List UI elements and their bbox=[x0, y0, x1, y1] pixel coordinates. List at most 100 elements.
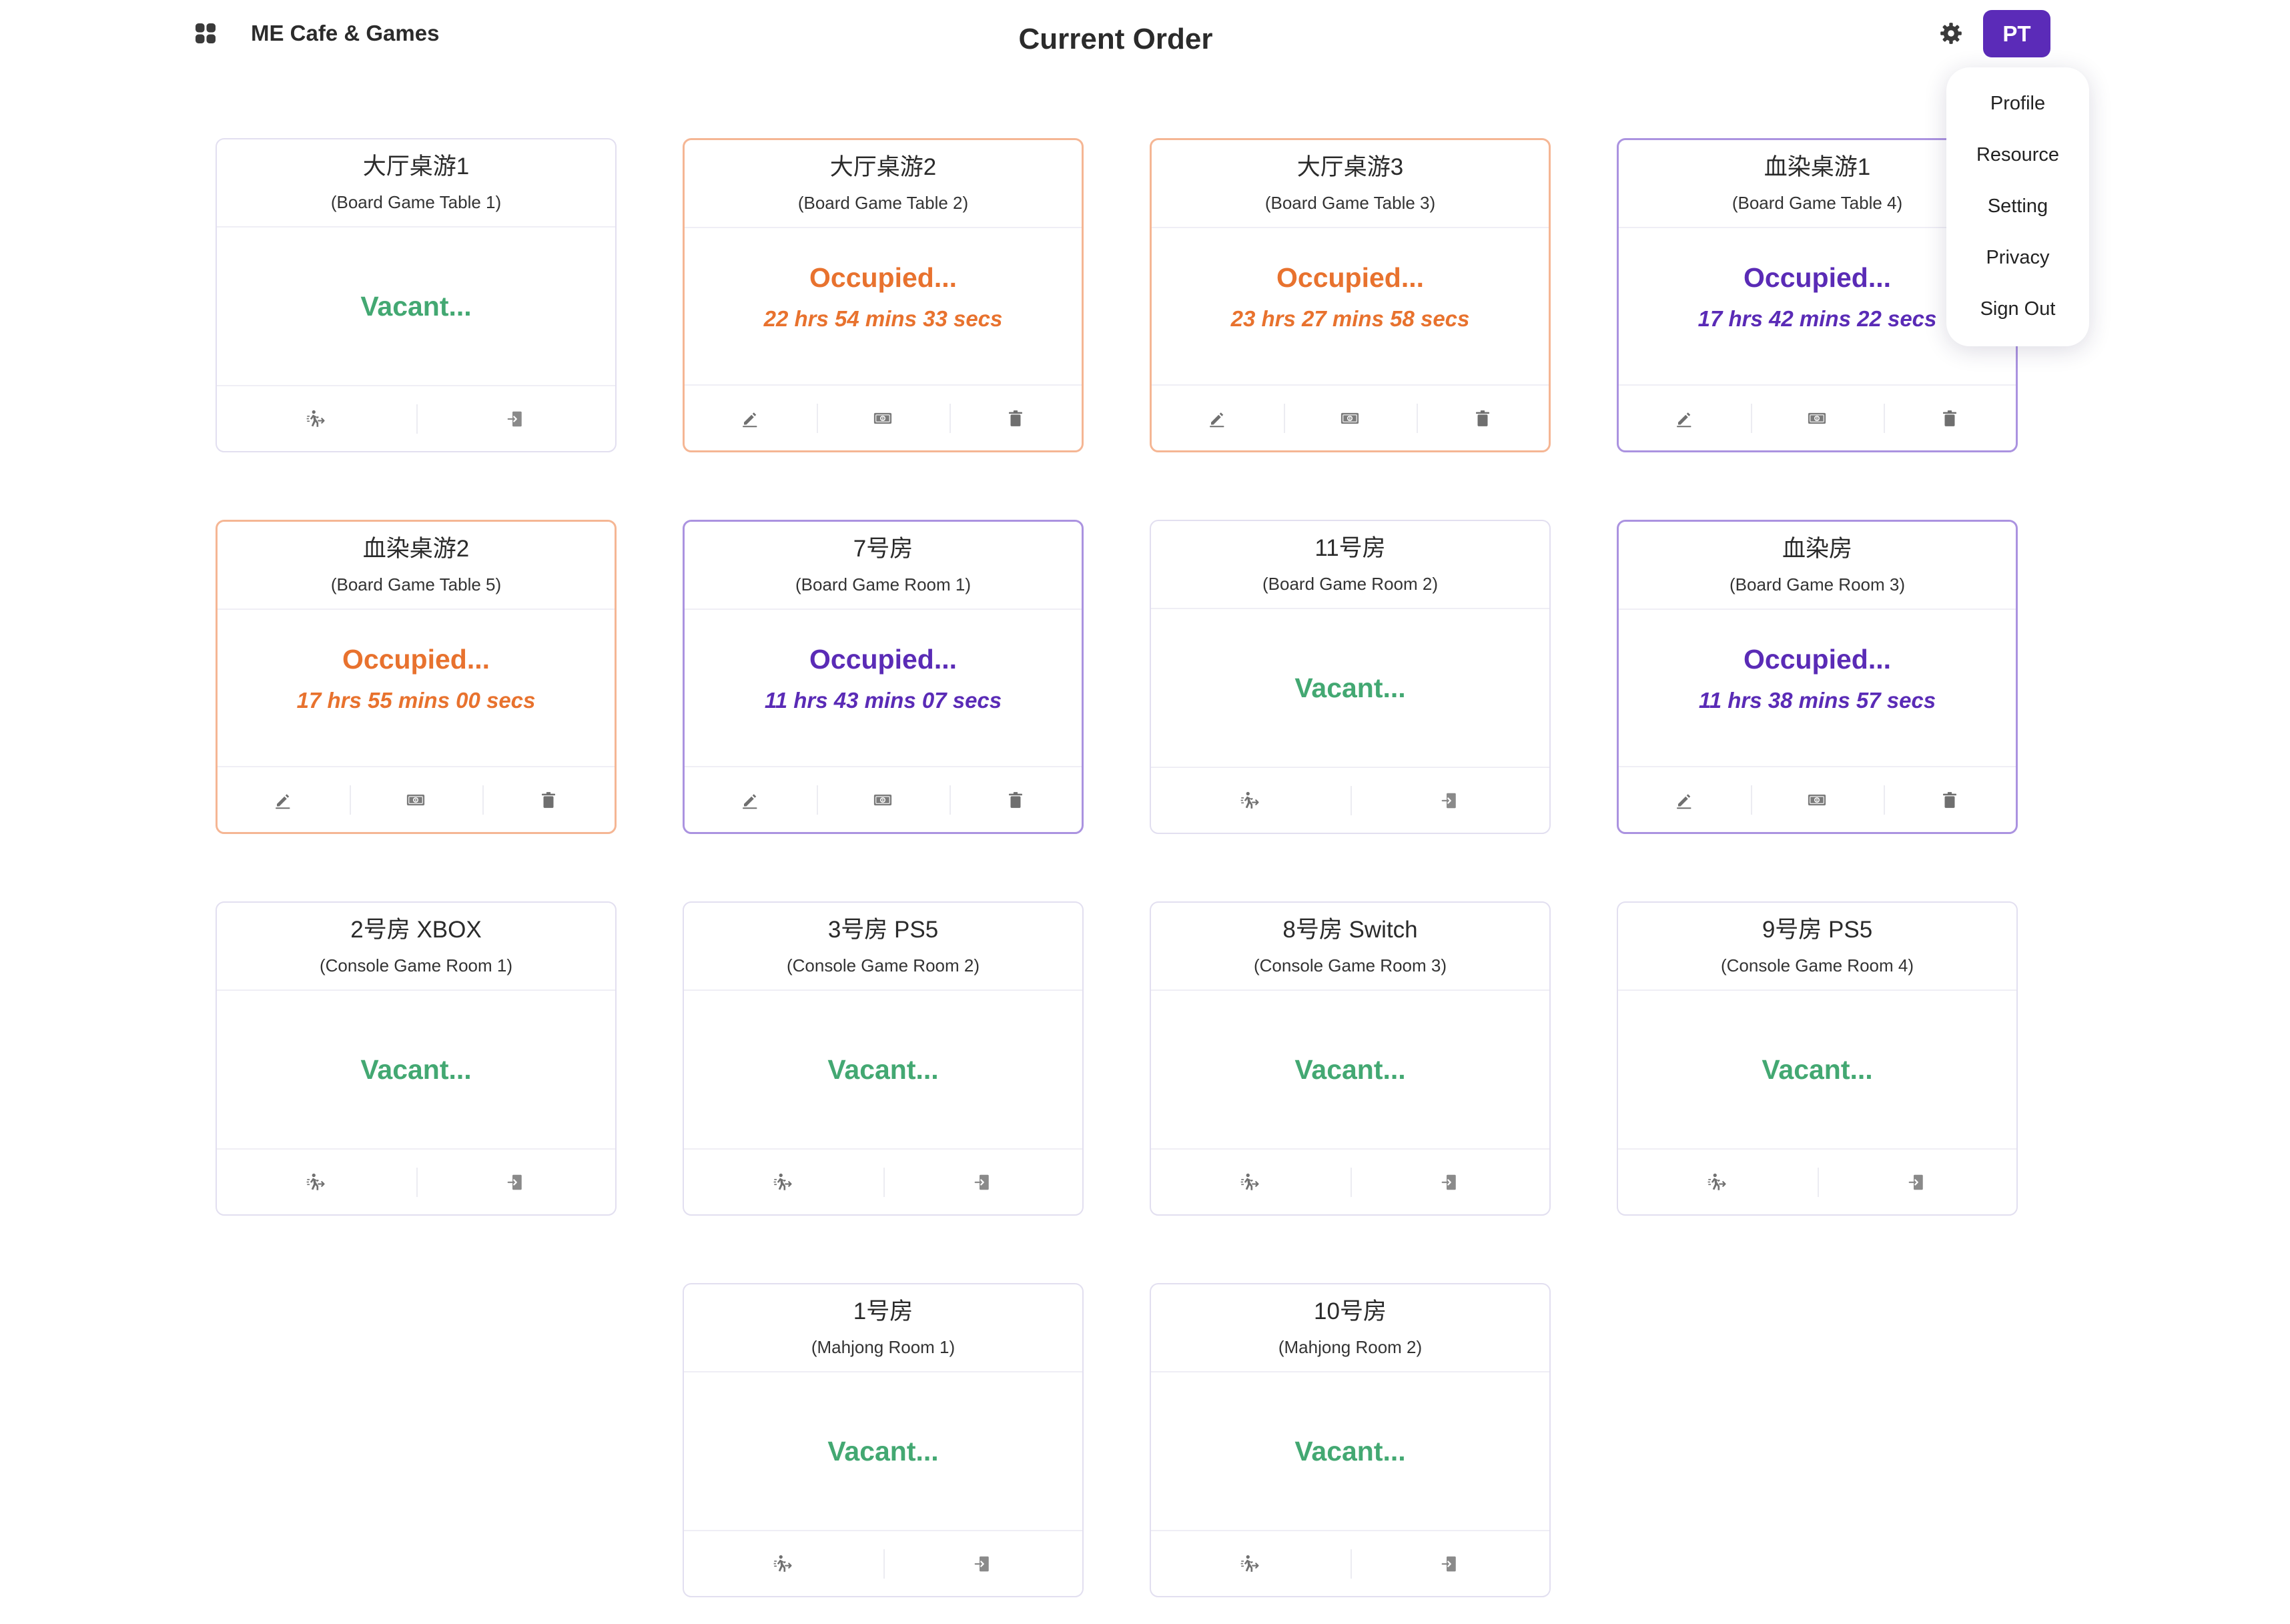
card-actions bbox=[1151, 1148, 1549, 1214]
menu-item-sign-out[interactable]: Sign Out bbox=[1946, 284, 2089, 335]
room-card[interactable]: 血染房 (Board Game Room 3) Occupied... 11 hrs … bbox=[1617, 520, 2018, 834]
delete-button[interactable] bbox=[949, 767, 1082, 832]
payment-button[interactable] bbox=[817, 386, 949, 450]
room-name: 1号房 bbox=[853, 1298, 913, 1324]
card-header: 11号房 (Board Game Room 2) bbox=[1151, 521, 1549, 609]
check-in-button[interactable] bbox=[416, 386, 616, 451]
status-label: Vacant... bbox=[360, 291, 472, 322]
status-label: Occupied... bbox=[809, 644, 957, 675]
check-in-button[interactable] bbox=[883, 1150, 1083, 1214]
edit-button[interactable] bbox=[685, 767, 817, 832]
room-name: 10号房 bbox=[1314, 1298, 1387, 1324]
check-in-button[interactable] bbox=[416, 1150, 616, 1214]
elapsed-time: 17 hrs 42 mins 22 secs bbox=[1697, 306, 1937, 331]
check-in-button[interactable] bbox=[1817, 1150, 2017, 1214]
walk-in-icon bbox=[773, 1554, 793, 1574]
room-type: (Board Game Table 3) bbox=[1264, 193, 1436, 213]
edit-button[interactable] bbox=[1619, 386, 1751, 450]
check-in-button[interactable] bbox=[1350, 768, 1550, 833]
edit-icon bbox=[1675, 790, 1695, 810]
walk-in-button[interactable] bbox=[684, 1531, 883, 1596]
check-in-icon bbox=[1440, 791, 1460, 811]
edit-icon bbox=[741, 408, 761, 428]
check-in-icon bbox=[973, 1172, 993, 1192]
check-in-icon bbox=[1440, 1172, 1460, 1192]
menu-item-profile[interactable]: Profile bbox=[1946, 78, 2089, 129]
card-header: 8号房 Switch (Console Game Room 3) bbox=[1151, 903, 1549, 991]
check-in-button[interactable] bbox=[883, 1531, 1083, 1596]
menu-item-resource[interactable]: Resource bbox=[1946, 129, 2089, 181]
card-header: 血染房 (Board Game Room 3) bbox=[1619, 522, 2016, 610]
card-status-area: Vacant... bbox=[1151, 991, 1549, 1148]
menu-item-setting[interactable]: Setting bbox=[1946, 181, 2089, 232]
room-name: 11号房 bbox=[1314, 535, 1386, 561]
room-type: (Mahjong Room 2) bbox=[1278, 1337, 1423, 1357]
room-card[interactable]: 3号房 PS5 (Console Game Room 2) Vacant... bbox=[683, 901, 1084, 1216]
payment-button[interactable] bbox=[817, 767, 949, 832]
card-actions bbox=[685, 384, 1082, 450]
payment-icon bbox=[873, 408, 893, 428]
edit-button[interactable] bbox=[685, 386, 817, 450]
walk-in-icon bbox=[773, 1172, 793, 1192]
walk-in-icon bbox=[1240, 1172, 1260, 1192]
check-in-button[interactable] bbox=[1350, 1150, 1550, 1214]
check-in-icon bbox=[506, 409, 526, 429]
walk-in-button[interactable] bbox=[1151, 768, 1351, 833]
payment-button[interactable] bbox=[1751, 386, 1883, 450]
room-card[interactable]: 8号房 Switch (Console Game Room 3) Vacant... bbox=[1150, 901, 1551, 1216]
payment-button[interactable] bbox=[1751, 767, 1883, 832]
avatar-button[interactable]: PT bbox=[1983, 10, 2050, 57]
payment-icon bbox=[1340, 408, 1360, 428]
room-card[interactable]: 11号房 (Board Game Room 2) Vacant... bbox=[1150, 520, 1551, 834]
walk-in-button[interactable] bbox=[217, 386, 416, 451]
room-name: 9号房 PS5 bbox=[1762, 917, 1873, 943]
delete-button[interactable] bbox=[482, 767, 615, 832]
room-card-grid: 大厅桌游1 (Board Game Table 1) Vacant... 大厅桌游2 (… bbox=[216, 138, 2018, 1597]
check-in-button[interactable] bbox=[1350, 1531, 1550, 1596]
walk-in-button[interactable] bbox=[1151, 1531, 1351, 1596]
edit-button[interactable] bbox=[1152, 386, 1284, 450]
room-name: 7号房 bbox=[853, 536, 913, 562]
card-header: 大厅桌游1 (Board Game Table 1) bbox=[217, 139, 615, 228]
gear-icon[interactable] bbox=[1938, 21, 1964, 46]
payment-icon bbox=[1807, 408, 1827, 428]
card-status-area: Occupied... 17 hrs 55 mins 00 secs bbox=[218, 610, 615, 766]
walk-in-button[interactable] bbox=[1618, 1150, 1818, 1214]
edit-button[interactable] bbox=[218, 767, 350, 832]
room-card[interactable]: 2号房 XBOX (Console Game Room 1) Vacant... bbox=[216, 901, 617, 1216]
room-card[interactable]: 7号房 (Board Game Room 1) Occupied... 11 hrs … bbox=[683, 520, 1084, 834]
card-header: 2号房 XBOX (Console Game Room 1) bbox=[217, 903, 615, 991]
room-card[interactable]: 大厅桌游1 (Board Game Table 1) Vacant... bbox=[216, 138, 617, 452]
app-title: ME Cafe & Games bbox=[251, 21, 440, 45]
status-label: Occupied... bbox=[1276, 262, 1424, 293]
walk-in-button[interactable] bbox=[217, 1150, 416, 1214]
payment-button[interactable] bbox=[1284, 386, 1416, 450]
edit-button[interactable] bbox=[1619, 767, 1751, 832]
card-actions bbox=[1619, 384, 2016, 450]
card-status-area: Vacant... bbox=[1618, 991, 2016, 1148]
delete-button[interactable] bbox=[949, 386, 1082, 450]
room-card[interactable]: 血染桌游2 (Board Game Table 5) Occupied... 17 h… bbox=[216, 520, 617, 834]
walk-in-button[interactable] bbox=[1151, 1150, 1351, 1214]
delete-button[interactable] bbox=[1883, 767, 2016, 832]
room-name: 8号房 Switch bbox=[1282, 917, 1418, 943]
card-header: 9号房 PS5 (Console Game Room 4) bbox=[1618, 903, 2016, 991]
room-card[interactable]: 大厅桌游2 (Board Game Table 2) Occupied... 22 h… bbox=[683, 138, 1084, 452]
grid-icon[interactable] bbox=[194, 21, 218, 45]
card-header: 大厅桌游2 (Board Game Table 2) bbox=[685, 140, 1082, 228]
payment-icon bbox=[873, 790, 893, 810]
walk-in-button[interactable] bbox=[684, 1150, 883, 1214]
room-name: 大厅桌游3 bbox=[1296, 154, 1404, 180]
elapsed-time: 11 hrs 38 mins 57 secs bbox=[1698, 688, 1936, 713]
delete-button[interactable] bbox=[1416, 386, 1549, 450]
delete-icon bbox=[1940, 790, 1960, 810]
delete-button[interactable] bbox=[1883, 386, 2016, 450]
room-card[interactable]: 1号房 (Mahjong Room 1) Vacant... bbox=[683, 1283, 1084, 1597]
elapsed-time: 22 hrs 54 mins 33 secs bbox=[763, 306, 1003, 331]
edit-icon bbox=[1208, 408, 1228, 428]
room-card[interactable]: 大厅桌游3 (Board Game Table 3) Occupied... 23 h… bbox=[1150, 138, 1551, 452]
menu-item-privacy[interactable]: Privacy bbox=[1946, 232, 2089, 284]
room-card[interactable]: 9号房 PS5 (Console Game Room 4) Vacant... bbox=[1617, 901, 2018, 1216]
room-card[interactable]: 10号房 (Mahjong Room 2) Vacant... bbox=[1150, 1283, 1551, 1597]
payment-button[interactable] bbox=[350, 767, 482, 832]
